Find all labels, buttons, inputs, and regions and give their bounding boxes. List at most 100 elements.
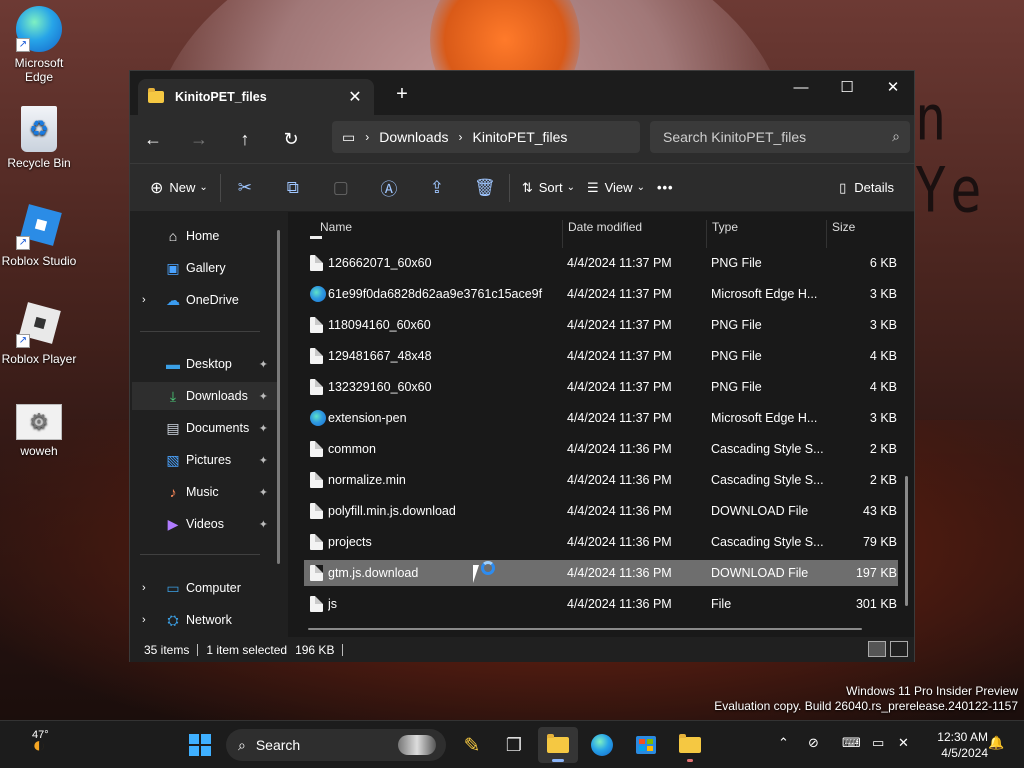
network-offline-icon[interactable]: ⊘ — [808, 735, 819, 751]
chevron-down-icon: ⌄ — [199, 182, 208, 193]
table-row[interactable]: 129481667_48x48 4/4/2024 11:37 PM PNG File… — [304, 343, 898, 369]
nav-item-documents[interactable]: ▤ Documents ✦ — [132, 414, 278, 442]
chevron-right-icon[interactable]: › — [142, 582, 146, 594]
delete-icon[interactable]: 🗑 — [467, 178, 503, 198]
show-hidden-icons-icon[interactable]: ⌃ — [778, 735, 789, 751]
large-icons-view-button[interactable] — [890, 641, 908, 657]
nav-item-home[interactable]: ⌂ Home — [132, 222, 278, 250]
column-divider[interactable] — [826, 220, 827, 248]
nav-item-gallery[interactable]: ▣ Gallery — [132, 254, 278, 282]
refresh-button[interactable]: ↻ — [268, 129, 314, 150]
desktop-icon-roblox-player[interactable]: ↗ Roblox Player — [0, 302, 78, 366]
details-view-button[interactable] — [868, 641, 886, 657]
table-row[interactable]: normalize.min 4/4/2024 11:36 PM Cascading … — [304, 467, 898, 493]
table-row[interactable]: projects 4/4/2024 11:36 PM Cascading Style… — [304, 529, 898, 555]
file-explorer-window-taskbar-icon[interactable] — [670, 727, 710, 763]
column-header-name[interactable]: Name — [320, 220, 352, 234]
tab-close-button[interactable]: ✕ — [346, 87, 364, 107]
nav-item-network[interactable]: › ⛭ Network — [132, 606, 278, 634]
breadcrumb-kinitopet-files[interactable]: KinitoPET_files — [473, 129, 568, 145]
file-explorer-taskbar-icon[interactable] — [538, 727, 578, 763]
weather-temp: 47° — [32, 729, 49, 741]
taskbar-search[interactable]: ⌕ Search — [226, 729, 446, 761]
column-divider[interactable] — [706, 220, 707, 248]
minimize-button[interactable]: — — [778, 71, 824, 103]
start-button[interactable] — [180, 727, 220, 763]
view-button[interactable]: ☰ View ⌄ — [581, 172, 651, 204]
desktop-icon-edge[interactable]: ↗ Microsoft Edge — [0, 6, 78, 84]
weather-widget[interactable]: ◐ 47° — [14, 727, 64, 763]
breadcrumb-separator-icon[interactable]: › — [459, 130, 463, 144]
nav-divider — [140, 331, 260, 332]
search-box[interactable]: Search KinitoPET_files ⌕ — [650, 121, 910, 153]
close-window-button[interactable]: ✕ — [870, 71, 916, 103]
desktop-icon-roblox-studio[interactable]: ↗ Roblox Studio — [0, 204, 78, 268]
up-button[interactable]: ↑ — [222, 129, 268, 150]
paste-icon[interactable]: ▢ — [323, 178, 359, 198]
file-size: 6 KB — [869, 256, 897, 270]
forward-button[interactable]: → — [176, 129, 222, 150]
file-name: 61e99f0da6828d62aa9e3761c15ace9f — [328, 287, 543, 301]
vertical-scrollbar[interactable] — [905, 476, 908, 606]
table-row[interactable]: 61e99f0da6828d62aa9e3761c15ace9f 4/4/2024… — [304, 281, 898, 307]
column-divider[interactable] — [562, 220, 563, 248]
desktop-icon-recycle-bin[interactable]: ♻ Recycle Bin — [0, 106, 78, 170]
store-taskbar-icon[interactable] — [626, 727, 666, 763]
breadcrumb-downloads[interactable]: Downloads — [379, 129, 448, 145]
file-type: Cascading Style S... — [711, 535, 823, 549]
table-row[interactable]: gtm.js.download 4/4/2024 11:36 PM DOWNLOAD… — [304, 560, 898, 586]
table-row[interactable]: 132329160_60x60 4/4/2024 11:37 PM PNG File… — [304, 374, 898, 400]
rename-icon[interactable]: Ⓐ — [371, 175, 407, 200]
sort-button[interactable]: ⇅ Sort ⌄ — [516, 172, 581, 204]
back-button[interactable]: ← — [130, 129, 176, 150]
nav-item-computer[interactable]: › ▭ Computer — [132, 574, 278, 602]
edge-taskbar-icon[interactable] — [582, 727, 622, 763]
computer-icon[interactable]: ▭ — [342, 129, 355, 146]
system-clock[interactable]: 12:30 AM 4/5/2024 — [937, 729, 988, 761]
copilot-preview-icon[interactable]: ✎ — [452, 727, 492, 763]
nav-item-desktop[interactable]: ▬ Desktop ✦ — [132, 350, 278, 378]
file-size: 3 KB — [869, 318, 897, 332]
breadcrumb-separator-icon[interactable]: › — [365, 130, 369, 144]
new-tab-button[interactable]: + — [392, 83, 412, 106]
task-view-icon[interactable]: ❐ — [494, 727, 534, 763]
table-row[interactable]: 126662071_60x60 4/4/2024 11:37 PM PNG File… — [304, 250, 898, 276]
file-name: polyfill.min.js.download — [328, 504, 456, 518]
chevron-right-icon[interactable]: › — [142, 614, 146, 626]
documents-icon: ▤ — [166, 420, 180, 436]
share-icon[interactable]: ⇪ — [419, 178, 455, 198]
display-icon[interactable]: ▭ — [872, 735, 884, 751]
nav-item-downloads[interactable]: ⤓ Downloads ✦ — [132, 382, 278, 410]
copy-icon[interactable]: ⧉ — [275, 178, 311, 198]
table-row[interactable]: js 4/4/2024 11:36 PM File 301 KB — [304, 591, 898, 617]
column-header-type[interactable]: Type — [712, 220, 738, 234]
chevron-right-icon[interactable]: › — [142, 294, 146, 306]
column-header-size[interactable]: Size — [832, 220, 855, 234]
horizontal-scrollbar[interactable] — [308, 628, 862, 630]
desktop-icon-label: Roblox Studio — [1, 254, 77, 268]
file-size: 301 KB — [855, 597, 897, 611]
column-header-date[interactable]: Date modified — [568, 220, 642, 234]
new-button[interactable]: ⊕ New ⌄ — [144, 172, 214, 204]
table-row[interactable]: 118094160_60x60 4/4/2024 11:37 PM PNG File… — [304, 312, 898, 338]
breadcrumb[interactable]: ▭ › Downloads › KinitoPET_files — [332, 121, 640, 153]
cut-icon[interactable]: ✂ — [227, 178, 263, 198]
file-icon — [310, 503, 323, 519]
desktop-icon-woweh[interactable]: ⚙ woweh — [0, 404, 78, 458]
nav-item-pictures[interactable]: ▧ Pictures ✦ — [132, 446, 278, 474]
nav-item-videos[interactable]: ▶ Videos ✦ — [132, 510, 278, 538]
keyboard-icon[interactable]: ⌨ — [842, 735, 861, 751]
volume-muted-icon[interactable]: ✕ — [898, 735, 909, 751]
table-row[interactable]: common 4/4/2024 11:36 PM Cascading Style S… — [304, 436, 898, 462]
tab-kinitopet-files[interactable]: KinitoPET_files ✕ — [138, 79, 374, 115]
more-options-button[interactable]: ••• — [651, 172, 680, 204]
file-size: 2 KB — [869, 442, 897, 456]
details-pane-button[interactable]: ▯ Details — [833, 172, 900, 204]
notifications-icon[interactable]: 🔔 — [988, 735, 1004, 751]
nav-scrollbar[interactable] — [277, 230, 280, 564]
table-row[interactable]: polyfill.min.js.download 4/4/2024 11:36 P… — [304, 498, 898, 524]
nav-item-onedrive[interactable]: › ☁ OneDrive — [132, 286, 278, 314]
nav-item-music[interactable]: ♪ Music ✦ — [132, 478, 278, 506]
table-row[interactable]: extension-pen 4/4/2024 11:37 PM Microsoft … — [304, 405, 898, 431]
maximize-button[interactable]: ☐ — [824, 71, 870, 103]
